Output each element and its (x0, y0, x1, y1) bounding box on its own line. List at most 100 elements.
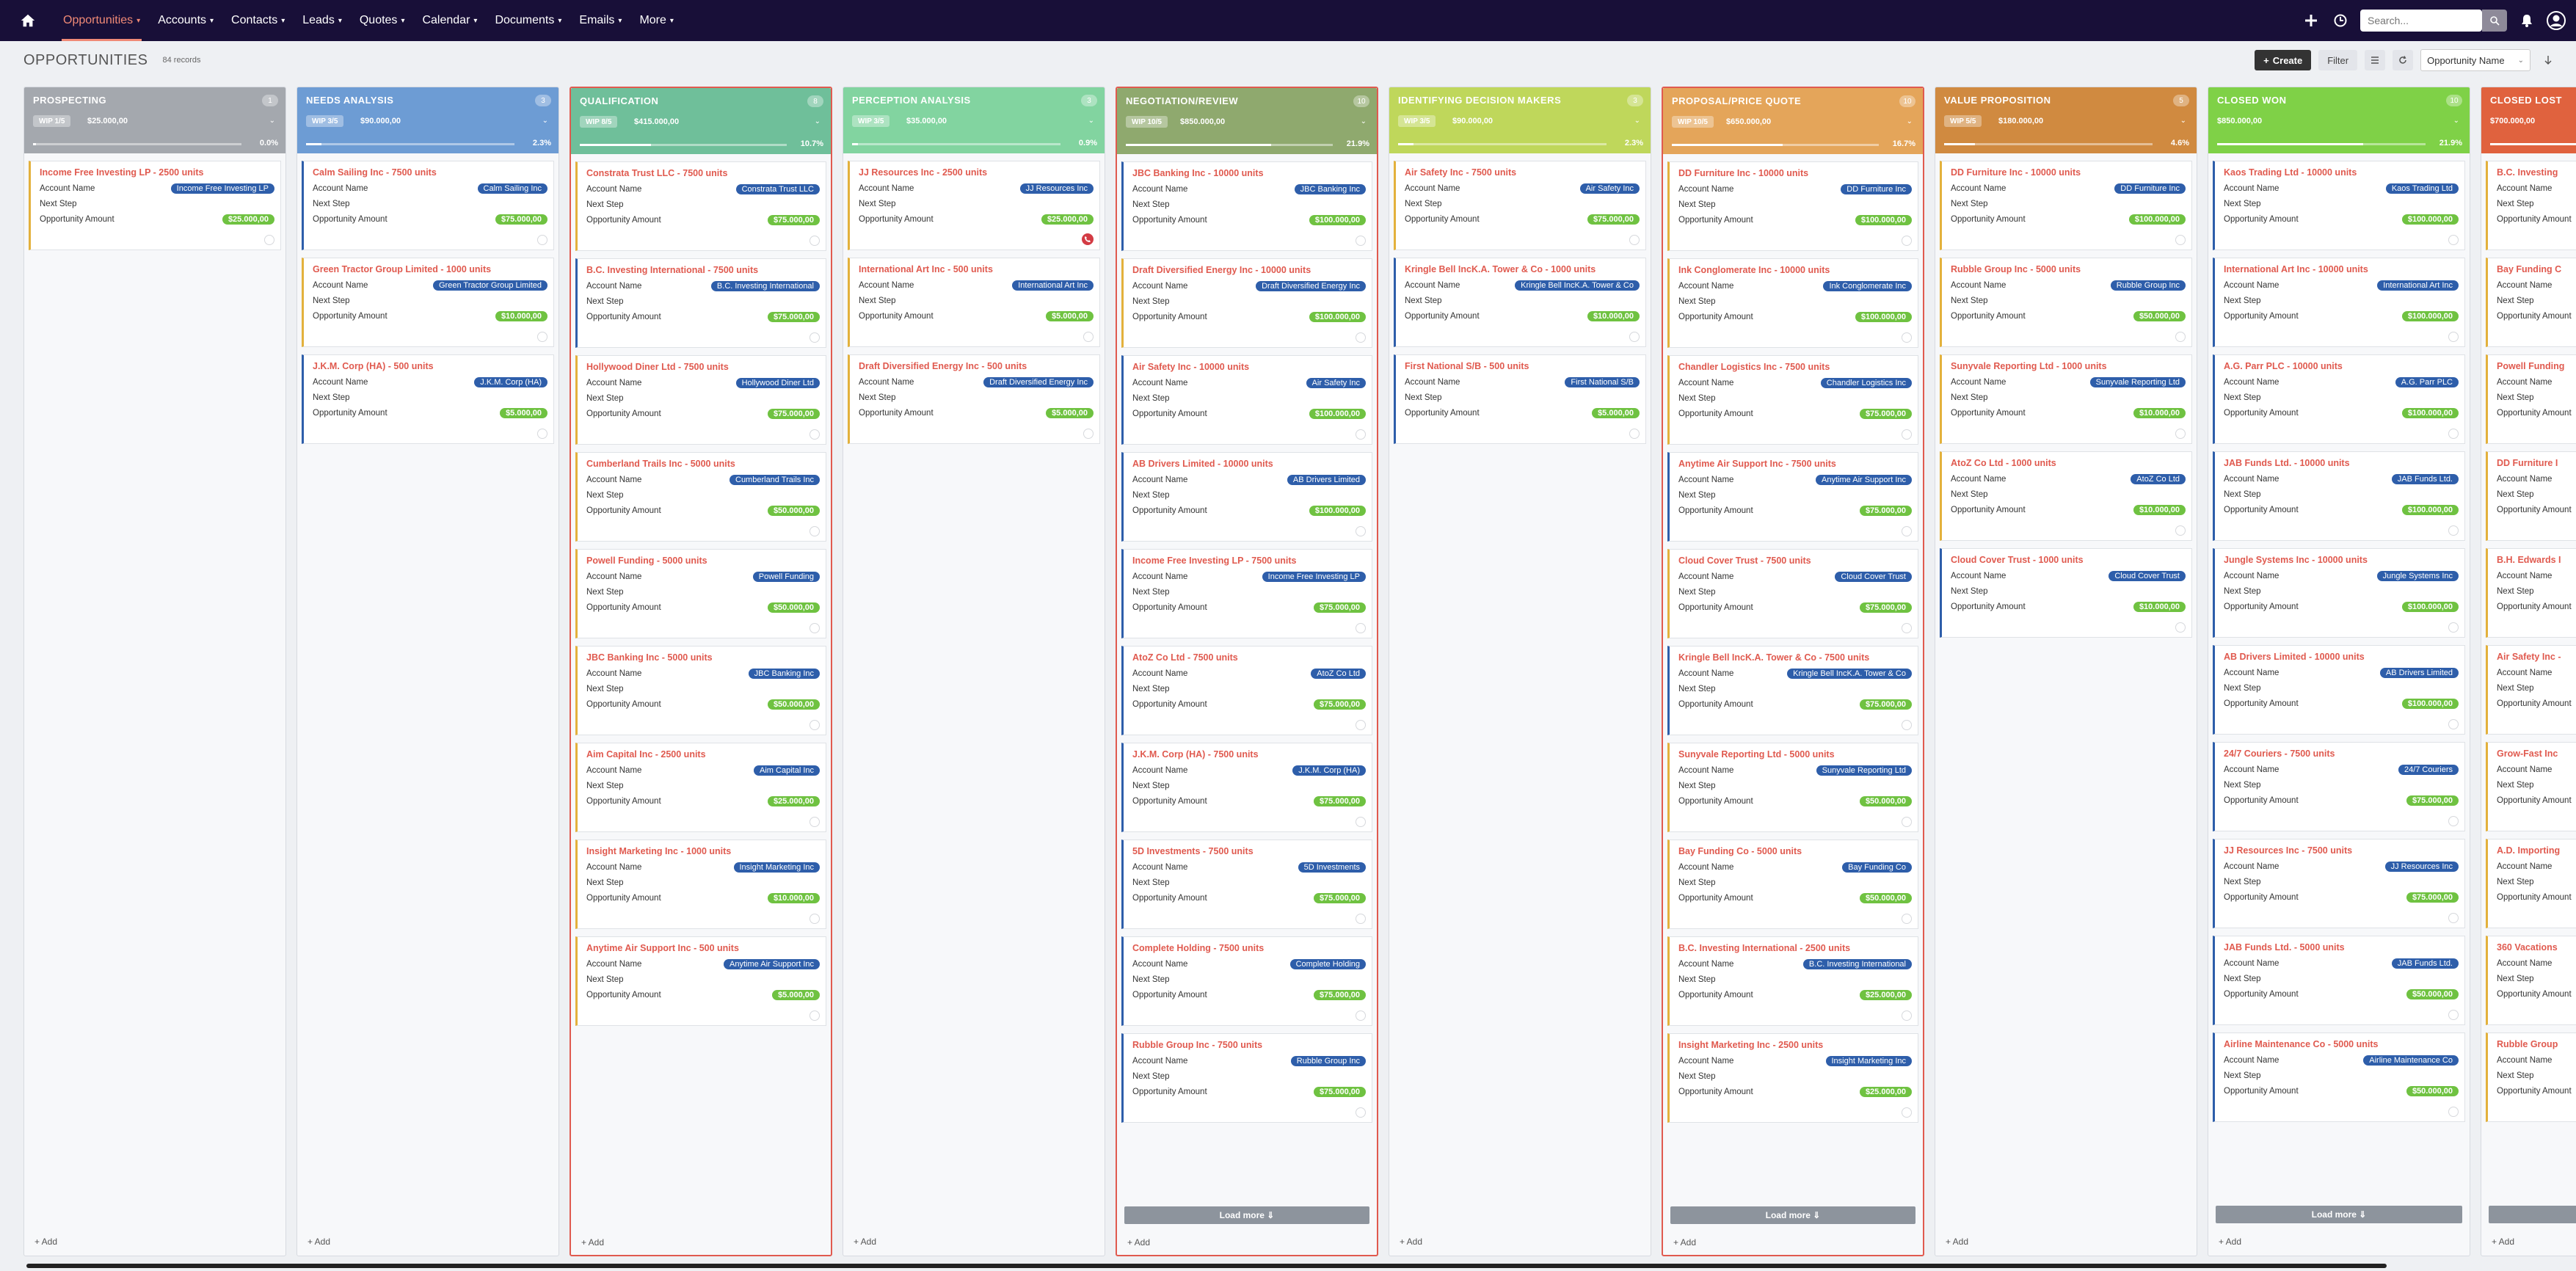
account-name-badge[interactable]: B.C. Investing International (1802, 958, 1912, 969)
opportunity-card[interactable]: JAB Funds Ltd. - 10000 units Account Name… (2213, 451, 2465, 541)
chevron-down-icon[interactable]: ⌄ (1088, 117, 1094, 125)
opportunity-card[interactable]: JBC Banking Inc - 5000 units Account Name… (575, 646, 826, 735)
status-circle-icon[interactable] (1629, 332, 1640, 342)
add-card-button[interactable]: + Add (581, 1237, 604, 1248)
global-search-input[interactable] (2360, 10, 2482, 32)
status-circle-icon[interactable] (1902, 236, 1912, 246)
history-clock-icon[interactable] (2331, 11, 2350, 30)
account-name-badge[interactable]: Aim Capital Inc (754, 765, 820, 776)
status-circle-icon[interactable] (1902, 429, 1912, 440)
opportunity-card[interactable]: Kringle Bell IncK.A. Tower & Co - 7500 u… (1667, 646, 1918, 735)
account-name-badge[interactable]: Kringle Bell IncK.A. Tower & Co (1787, 668, 1912, 679)
account-name-badge[interactable]: Sunyvale Reporting Ltd (2089, 376, 2186, 387)
opportunity-title-link[interactable]: J.K.M. Corp (HA) - 500 units (313, 361, 547, 374)
add-card-button[interactable]: + Add (308, 1237, 330, 1247)
opportunity-title-link[interactable]: Kringle Bell IncK.A. Tower & Co - 7500 u… (1678, 652, 1912, 666)
chevron-down-icon[interactable]: ⌄ (1361, 117, 1367, 125)
opportunity-card[interactable]: Hollywood Diner Ltd - 7500 units Account … (575, 355, 826, 445)
opportunity-card[interactable]: Kaos Trading Ltd - 10000 units Account Na… (2213, 161, 2465, 250)
account-name-badge[interactable]: Cloud Cover Trust (1835, 571, 1912, 582)
opportunity-card[interactable]: J.K.M. Corp (HA) - 7500 units Account Nam… (1121, 743, 1372, 832)
nav-item-quotes[interactable]: Quotes ▾ (351, 0, 414, 41)
opportunity-title-link[interactable]: AB Drivers Limited - 10000 units (1132, 459, 1366, 472)
status-circle-icon[interactable] (1356, 914, 1366, 924)
opportunity-title-link[interactable]: Air Safety Inc - (2497, 652, 2576, 665)
account-name-badge[interactable]: Air Safety Inc (1306, 377, 1366, 388)
status-circle-icon[interactable] (2448, 235, 2459, 245)
opportunity-card[interactable]: Aim Capital Inc - 2500 units Account Name… (575, 743, 826, 832)
status-circle-icon[interactable] (2448, 1010, 2459, 1020)
account-name-badge[interactable]: Complete Holding (1289, 958, 1366, 969)
account-name-badge[interactable]: AB Drivers Limited (2379, 667, 2459, 678)
opportunity-card[interactable]: 360 Vacations Account Name Next Step Opport… (2486, 936, 2576, 1025)
opportunity-card[interactable]: Air Safety Inc - 10000 units Account Name… (1121, 355, 1372, 445)
opportunity-card[interactable]: Cloud Cover Trust - 1000 units Account Na… (1940, 548, 2192, 638)
opportunity-card[interactable]: Complete Holding - 7500 units Account Nam… (1121, 936, 1372, 1026)
opportunity-title-link[interactable]: Green Tractor Group Limited - 1000 units (313, 264, 547, 277)
list-view-button[interactable] (2365, 50, 2386, 70)
account-name-badge[interactable]: J.K.M. Corp (HA) (1292, 765, 1366, 776)
sort-field-select[interactable]: Opportunity Name ⌄ (2420, 49, 2530, 71)
opportunity-title-link[interactable]: DD Furniture Inc - 10000 units (1951, 167, 2186, 181)
opportunity-card[interactable]: Green Tractor Group Limited - 1000 units… (302, 258, 554, 347)
opportunity-card[interactable]: JAB Funds Ltd. - 5000 units Account Name J… (2213, 936, 2465, 1025)
opportunity-card[interactable]: Income Free Investing LP - 7500 units Acc… (1121, 549, 1372, 638)
opportunity-title-link[interactable]: JBC Banking Inc - 5000 units (586, 652, 820, 666)
opportunity-title-link[interactable]: Anytime Air Support Inc - 7500 units (1678, 459, 1912, 472)
account-name-badge[interactable]: Chandler Logistics Inc (1820, 377, 1912, 388)
account-name-badge[interactable]: JAB Funds Ltd. (2391, 473, 2459, 484)
opportunity-title-link[interactable]: AtoZ Co Ltd - 1000 units (1951, 458, 2186, 471)
opportunity-title-link[interactable]: DD Furniture Inc - 10000 units (1678, 168, 1912, 181)
status-circle-icon[interactable] (1902, 332, 1912, 343)
opportunity-title-link[interactable]: Cloud Cover Trust - 1000 units (1951, 555, 2186, 568)
nav-item-documents[interactable]: Documents ▾ (486, 0, 570, 41)
account-name-badge[interactable]: International Art Inc (1012, 280, 1094, 291)
account-name-badge[interactable]: Insight Marketing Inc (1825, 1055, 1912, 1066)
account-name-badge[interactable]: Ink Conglomerate Inc (1823, 280, 1912, 291)
chevron-down-icon[interactable]: ⌄ (269, 117, 275, 125)
status-circle-icon[interactable] (2448, 913, 2459, 923)
phone-call-icon[interactable] (1082, 233, 1094, 245)
opportunity-card[interactable]: Jungle Systems Inc - 10000 units Account … (2213, 548, 2465, 638)
horizontal-scrollbar[interactable] (26, 1264, 2387, 1268)
chevron-down-icon[interactable]: ⌄ (2180, 117, 2186, 125)
opportunity-title-link[interactable]: J.K.M. Corp (HA) - 7500 units (1132, 749, 1366, 762)
opportunity-title-link[interactable]: JAB Funds Ltd. - 5000 units (2224, 942, 2459, 955)
status-circle-icon[interactable] (264, 235, 274, 245)
load-more-button[interactable]: Load more ⇓ (2216, 1206, 2462, 1223)
add-card-button[interactable]: + Add (854, 1237, 876, 1247)
opportunity-title-link[interactable]: AB Drivers Limited - 10000 units (2224, 652, 2459, 665)
status-circle-icon[interactable] (809, 332, 820, 343)
opportunity-title-link[interactable]: B.C. Investing International - 2500 unit… (1678, 943, 1912, 956)
opportunity-title-link[interactable]: B.H. Edwards I (2497, 555, 2576, 568)
account-name-badge[interactable]: Kringle Bell IncK.A. Tower & Co (1515, 280, 1640, 291)
status-circle-icon[interactable] (537, 429, 547, 439)
opportunity-title-link[interactable]: Cumberland Trails Inc - 5000 units (586, 459, 820, 472)
status-circle-icon[interactable] (2448, 816, 2459, 826)
opportunity-title-link[interactable]: 360 Vacations (2497, 942, 2576, 955)
opportunity-card[interactable]: International Art Inc - 10000 units Accou… (2213, 258, 2465, 347)
opportunity-title-link[interactable]: Air Safety Inc - 7500 units (1405, 167, 1640, 181)
user-avatar-icon[interactable] (2547, 11, 2566, 30)
opportunity-card[interactable]: Airline Maintenance Co - 5000 units Accou… (2213, 1033, 2465, 1122)
chevron-down-icon[interactable]: ⌄ (1907, 117, 1913, 125)
opportunity-title-link[interactable]: International Art Inc - 10000 units (2224, 264, 2459, 277)
status-circle-icon[interactable] (1356, 1010, 1366, 1021)
quick-create-plus-icon[interactable] (2302, 11, 2321, 30)
status-circle-icon[interactable] (2448, 429, 2459, 439)
status-circle-icon[interactable] (1356, 720, 1366, 730)
opportunity-title-link[interactable]: Powell Funding (2497, 361, 2576, 374)
opportunity-title-link[interactable]: Complete Holding - 7500 units (1132, 943, 1366, 956)
opportunity-card[interactable]: Insight Marketing Inc - 2500 units Accoun… (1667, 1033, 1918, 1123)
opportunity-title-link[interactable]: Constrata Trust LLC - 7500 units (586, 168, 820, 181)
account-name-badge[interactable]: DD Furniture Inc (2114, 183, 2186, 194)
add-card-button[interactable]: + Add (1946, 1237, 1968, 1247)
opportunity-card[interactable]: JJ Resources Inc - 2500 units Account Nam… (848, 161, 1100, 250)
opportunity-card[interactable]: Ink Conglomerate Inc - 10000 units Accoun… (1667, 258, 1918, 348)
account-name-badge[interactable]: AtoZ Co Ltd (1311, 668, 1366, 679)
opportunity-card[interactable]: B.C. Investing Account Name Next Step Oppor… (2486, 161, 2576, 250)
nav-item-calendar[interactable]: Calendar ▾ (413, 0, 486, 41)
account-name-badge[interactable]: Air Safety Inc (1579, 183, 1640, 194)
status-circle-icon[interactable] (1356, 429, 1366, 440)
opportunity-card[interactable]: Insight Marketing Inc - 1000 units Accoun… (575, 840, 826, 929)
